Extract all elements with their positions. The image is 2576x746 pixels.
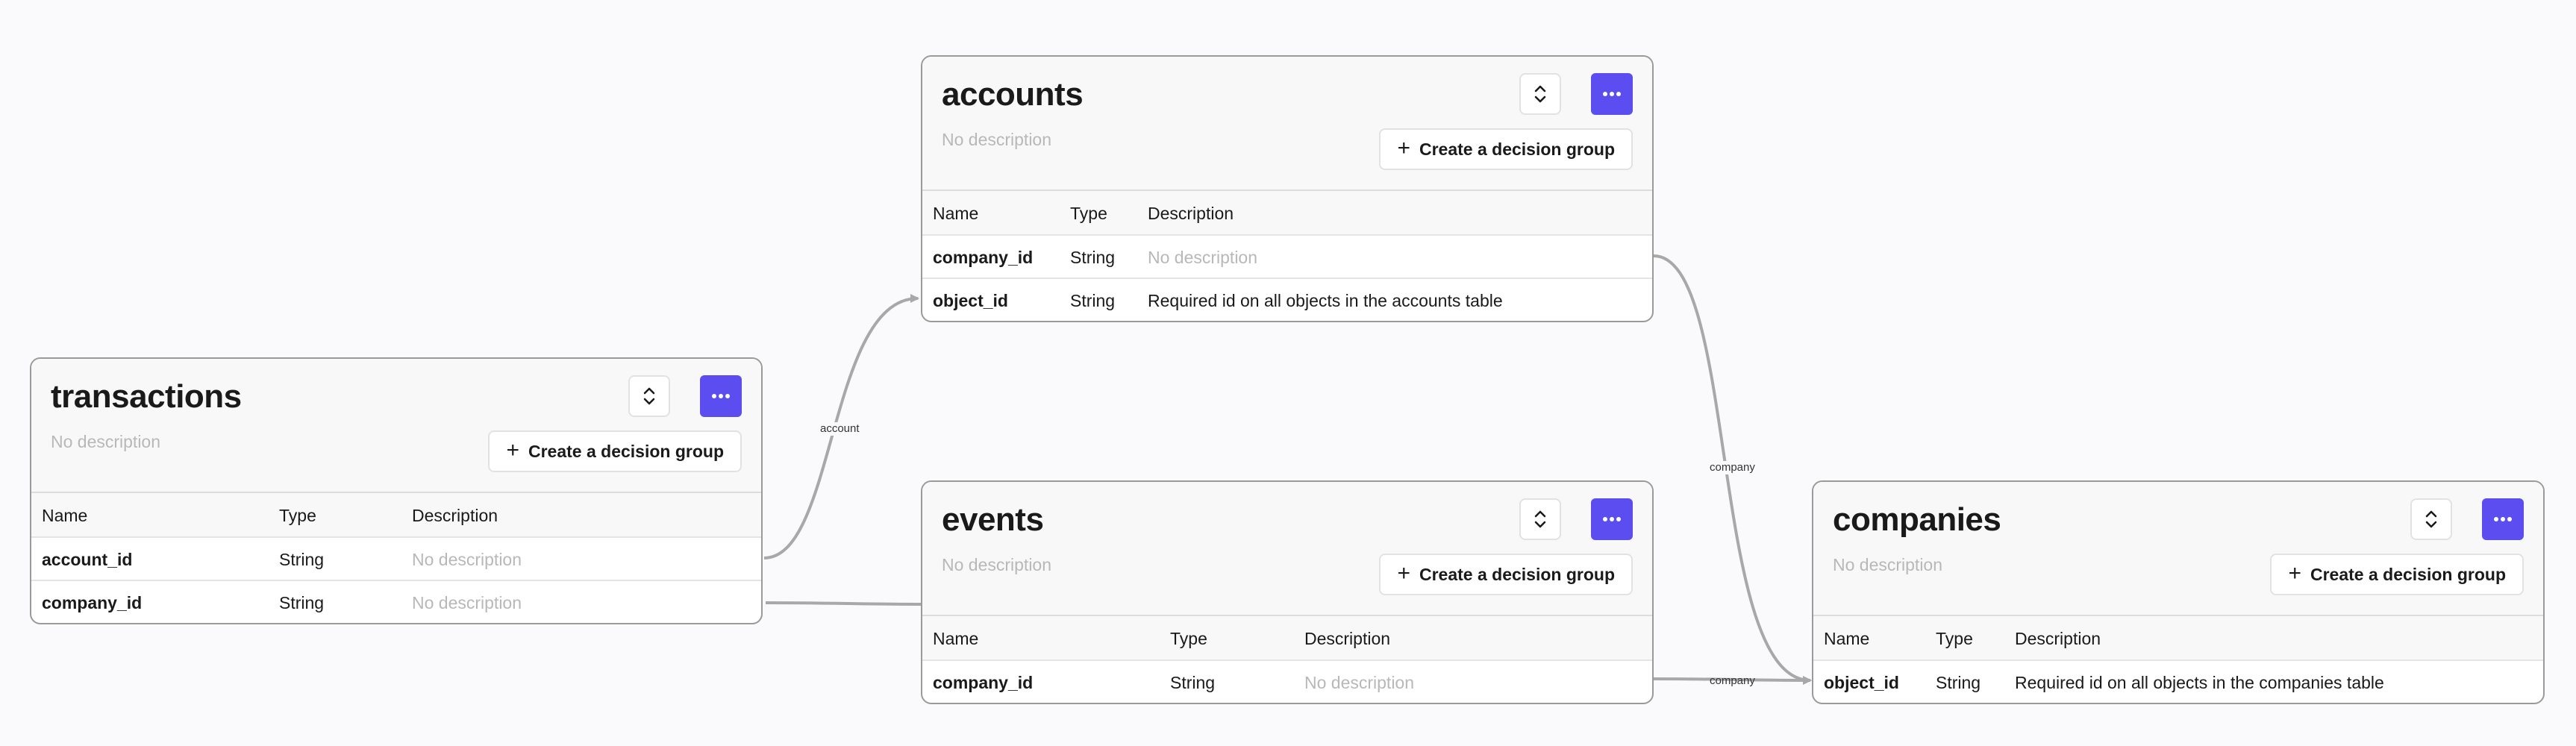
table-description: No description [51, 432, 161, 451]
field-name: company_id [42, 593, 143, 612]
table-description: No description [942, 555, 1052, 574]
edge-label-company: company [1710, 674, 1755, 687]
create-decision-group-label: Create a decision group [528, 441, 724, 461]
table-card-companies[interactable]: companies No description + Create a deci… [1812, 480, 2545, 704]
field-description: No description [1304, 673, 1415, 692]
create-decision-group-button[interactable]: + Create a decision group [2270, 554, 2524, 595]
create-decision-group-label: Create a decision group [1419, 564, 1615, 584]
table-row[interactable]: company_id String No description [922, 661, 1652, 703]
field-description: No description [412, 550, 522, 569]
more-options-button[interactable] [1591, 498, 1633, 540]
table-title: transactions [51, 378, 242, 415]
table-card-header: transactions No description + Create a d… [31, 359, 761, 493]
table-row[interactable]: company_id String No description [922, 236, 1652, 279]
create-decision-group-button[interactable]: + Create a decision group [488, 430, 742, 472]
field-type: String [1936, 673, 1981, 692]
field-name: company_id [933, 248, 1034, 267]
field-description: No description [412, 593, 522, 612]
chevron-up-down-icon [1534, 510, 1546, 528]
edge-label-account: account [818, 422, 862, 436]
column-header-name: Name [1824, 629, 1870, 648]
column-header-description: Description [412, 506, 498, 525]
table-card-header: events No description + Create a decisio… [922, 482, 1652, 616]
table-description: No description [1833, 555, 1943, 574]
table-card-header: accounts No description + Create a decis… [922, 57, 1652, 191]
table-header-row: Name Type Description [922, 616, 1652, 661]
table-header-row: Name Type Description [1813, 616, 2543, 661]
field-name: company_id [933, 673, 1034, 692]
column-header-description: Description [1148, 204, 1234, 223]
create-decision-group-button[interactable]: + Create a decision group [1379, 128, 1633, 170]
reorder-button[interactable] [2410, 498, 2452, 540]
table-card-events[interactable]: events No description + Create a decisio… [921, 480, 1654, 704]
table-header-row: Name Type Description [922, 191, 1652, 236]
edge-transactions-to-events[interactable] [765, 601, 923, 606]
reorder-button[interactable] [1519, 73, 1561, 115]
more-options-button[interactable] [700, 375, 742, 417]
create-decision-group-button[interactable]: + Create a decision group [1379, 554, 1633, 595]
plus-icon: + [1397, 560, 1410, 586]
column-header-type: Type [1936, 629, 1973, 648]
create-decision-group-label: Create a decision group [2310, 564, 2506, 584]
table-row[interactable]: object_id String Required id on all obje… [1813, 661, 2543, 703]
column-header-description: Description [2015, 629, 2101, 648]
plus-icon: + [1397, 135, 1410, 160]
field-description: No description [1148, 248, 1258, 267]
table-title: accounts [942, 76, 1084, 113]
column-header-description: Description [1304, 629, 1391, 648]
reorder-button[interactable] [628, 375, 670, 417]
create-decision-group-label: Create a decision group [1419, 139, 1615, 159]
column-header-name: Name [42, 506, 88, 525]
reorder-button[interactable] [1519, 498, 1561, 540]
more-horizontal-icon [1603, 517, 1621, 521]
table-card-transactions[interactable]: transactions No description + Create a d… [30, 357, 763, 624]
table-card-accounts[interactable]: accounts No description + Create a decis… [921, 55, 1654, 322]
chevron-up-down-icon [643, 387, 655, 405]
more-horizontal-icon [2494, 517, 2512, 521]
more-options-button[interactable] [2482, 498, 2524, 540]
column-header-type: Type [1070, 204, 1107, 223]
field-type: String [1070, 291, 1116, 310]
plus-icon: + [506, 437, 519, 463]
column-header-name: Name [933, 629, 979, 648]
table-title: companies [1833, 501, 2001, 538]
chevron-up-down-icon [1534, 85, 1546, 103]
table-row[interactable]: company_id String No description [31, 581, 761, 623]
table-row[interactable]: object_id String Required id on all obje… [922, 279, 1652, 321]
chevron-up-down-icon [2425, 510, 2437, 528]
field-type: String [279, 550, 325, 569]
more-options-button[interactable] [1591, 73, 1633, 115]
edge-label-company: company [1707, 461, 1757, 474]
table-description: No description [942, 130, 1052, 149]
field-type: String [1070, 248, 1116, 267]
field-description: Required id on all objects in the accoun… [1148, 291, 1503, 310]
field-type: String [279, 593, 325, 612]
table-title: events [942, 501, 1044, 538]
field-name: object_id [933, 291, 1008, 310]
field-description: Required id on all objects in the compan… [2015, 673, 2384, 692]
more-horizontal-icon [712, 394, 730, 398]
column-header-type: Type [1170, 629, 1207, 648]
table-row[interactable]: account_id String No description [31, 538, 761, 581]
field-name: object_id [1824, 673, 1899, 692]
table-header-row: Name Type Description [31, 493, 761, 538]
column-header-name: Name [933, 204, 979, 223]
table-card-header: companies No description + Create a deci… [1813, 482, 2543, 616]
field-type: String [1170, 673, 1216, 692]
more-horizontal-icon [1603, 92, 1621, 96]
field-name: account_id [42, 550, 133, 569]
column-header-type: Type [279, 506, 316, 525]
plus-icon: + [2288, 560, 2301, 586]
